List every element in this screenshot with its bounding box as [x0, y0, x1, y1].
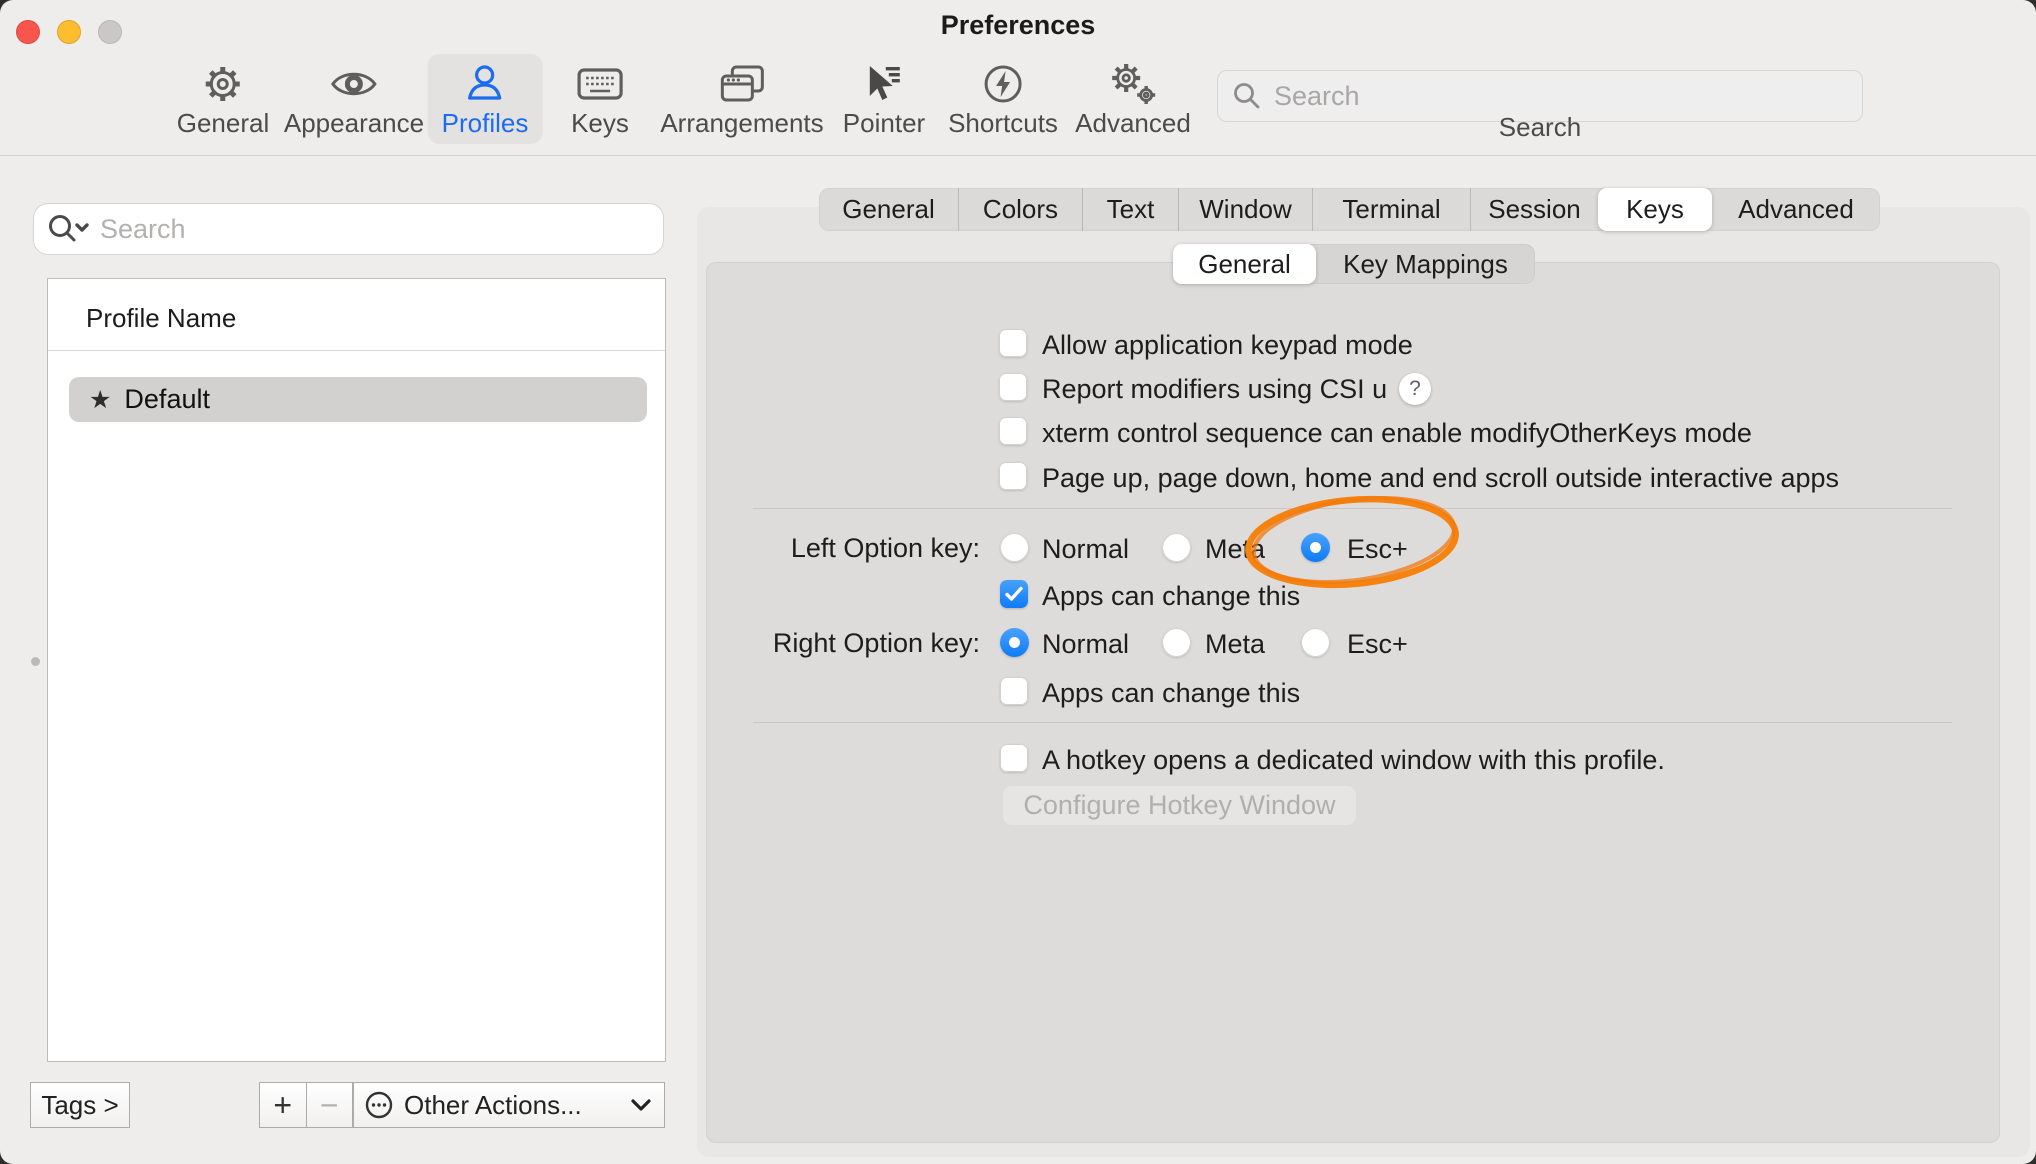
toolbar-item-general[interactable]: General — [163, 54, 284, 144]
search-icon — [1232, 81, 1262, 111]
left-option-normal-label: Normal — [1042, 534, 1129, 565]
toolbar-label-general: General — [177, 108, 270, 138]
person-icon — [463, 60, 507, 108]
remove-profile-button: − — [306, 1082, 354, 1128]
left-apps-can-change-label: Apps can change this — [1042, 581, 1300, 612]
screen: Preferences General Appearance — [0, 0, 2036, 1164]
left-option-meta-label: Meta — [1205, 534, 1265, 565]
right-option-key-label: Right Option key: — [773, 628, 980, 659]
configure-hotkey-window-button: Configure Hotkey Window — [1002, 785, 1357, 826]
toolbar-item-profiles[interactable]: Profiles — [428, 54, 543, 144]
toolbar-item-advanced[interactable]: Advanced — [1061, 54, 1205, 144]
toolbar-label-shortcuts: Shortcuts — [948, 108, 1058, 138]
search-menu-icon — [46, 213, 90, 245]
profile-list-panel: Profile Name ★ Default — [47, 278, 666, 1062]
ellipsis-circle-icon — [364, 1090, 394, 1120]
tab-keys[interactable]: Keys — [1598, 188, 1712, 231]
default-star-icon: ★ — [89, 385, 111, 415]
chevron-down-icon — [630, 1098, 652, 1112]
right-apps-can-change-checkbox[interactable] — [1000, 677, 1028, 705]
left-option-esc-label: Esc+ — [1347, 534, 1408, 565]
left-apps-can-change-checkbox[interactable] — [1000, 580, 1028, 608]
hotkey-window-label: A hotkey opens a dedicated window with t… — [1042, 745, 1665, 776]
subtab-general[interactable]: General — [1173, 244, 1316, 284]
right-option-meta-label: Meta — [1205, 629, 1265, 660]
checkbox-modify-other-keys-label: xterm control sequence can enable modify… — [1042, 418, 1752, 449]
checkbox-csi-u-label: Report modifiers using CSI u — [1042, 374, 1387, 405]
help-button[interactable]: ? — [1399, 373, 1431, 405]
windows-icon — [719, 60, 765, 108]
toolbar-item-shortcuts[interactable]: Shortcuts — [934, 54, 1072, 144]
cursor-icon — [862, 60, 906, 108]
right-option-meta-radio[interactable] — [1162, 628, 1191, 657]
other-actions-dropdown[interactable]: Other Actions... — [353, 1082, 665, 1128]
toolbar-search-input[interactable] — [1272, 80, 1848, 113]
checkbox-csi-u[interactable] — [999, 373, 1027, 401]
toolbar-item-pointer[interactable]: Pointer — [829, 54, 939, 144]
keyboard-icon — [576, 60, 624, 108]
profile-section-tabs: General Colors Text Window Terminal Sess… — [819, 188, 1880, 231]
toolbar-label-appearance: Appearance — [284, 108, 424, 138]
checkbox-keypad-mode[interactable] — [999, 329, 1027, 357]
toolbar-label-advanced: Advanced — [1075, 108, 1191, 138]
toolbar-label-arrangements: Arrangements — [660, 108, 823, 138]
tags-button[interactable]: Tags > — [30, 1082, 130, 1128]
section-divider — [753, 508, 1952, 509]
add-profile-button[interactable]: + — [259, 1082, 306, 1128]
tab-text[interactable]: Text — [1082, 188, 1178, 231]
window-edge-dot — [31, 657, 40, 666]
right-option-esc-radio[interactable] — [1301, 628, 1330, 657]
checkbox-keypad-mode-label: Allow application keypad mode — [1042, 330, 1413, 361]
eye-icon — [330, 60, 378, 108]
tab-colors[interactable]: Colors — [958, 188, 1082, 231]
left-option-esc-radio[interactable] — [1301, 533, 1330, 562]
add-remove-profile-group: + − — [259, 1082, 353, 1128]
profile-search-input[interactable] — [98, 213, 651, 246]
left-option-normal-radio[interactable] — [1000, 533, 1029, 562]
gear-icon — [201, 60, 245, 108]
bolt-circle-icon — [981, 60, 1025, 108]
tab-general[interactable]: General — [819, 188, 958, 231]
profile-search-field[interactable] — [33, 203, 664, 255]
toolbar-separator — [0, 155, 2036, 156]
preferences-window: Preferences General Appearance — [0, 0, 2036, 1164]
tab-window[interactable]: Window — [1178, 188, 1312, 231]
toolbar-label-profiles: Profiles — [442, 108, 529, 138]
tab-session[interactable]: Session — [1470, 188, 1598, 231]
toolbar-label-pointer: Pointer — [843, 108, 925, 138]
toolbar-label-keys: Keys — [571, 108, 629, 138]
toolbar-item-appearance[interactable]: Appearance — [270, 54, 438, 144]
checkbox-page-scroll-label: Page up, page down, home and end scroll … — [1042, 463, 1839, 494]
checkbox-modify-other-keys[interactable] — [999, 417, 1027, 445]
right-option-normal-radio[interactable] — [1000, 628, 1029, 657]
gears-icon — [1109, 60, 1157, 108]
left-option-meta-radio[interactable] — [1162, 533, 1191, 562]
section-divider — [753, 722, 1952, 723]
header-divider — [48, 350, 665, 351]
checkbox-page-scroll[interactable] — [999, 462, 1027, 490]
keys-subtabs: General Key Mappings — [1173, 244, 1535, 284]
profile-list-header: Profile Name — [86, 303, 236, 334]
profile-row-default[interactable]: ★ Default — [69, 377, 647, 422]
hotkey-window-checkbox[interactable] — [1000, 744, 1028, 772]
profile-name: Default — [124, 384, 210, 415]
tab-terminal[interactable]: Terminal — [1312, 188, 1470, 231]
right-option-normal-label: Normal — [1042, 629, 1129, 660]
right-apps-can-change-label: Apps can change this — [1042, 678, 1300, 709]
right-option-esc-label: Esc+ — [1347, 629, 1408, 660]
other-actions-label: Other Actions... — [404, 1090, 620, 1121]
subtab-key-mappings[interactable]: Key Mappings — [1316, 244, 1535, 284]
window-title: Preferences — [0, 10, 2036, 41]
tab-advanced[interactable]: Advanced — [1712, 188, 1880, 231]
left-option-key-label: Left Option key: — [791, 533, 980, 564]
toolbar-search-caption: Search — [1455, 112, 1625, 143]
toolbar-item-arrangements[interactable]: Arrangements — [646, 54, 837, 144]
toolbar-item-keys[interactable]: Keys — [557, 54, 643, 144]
